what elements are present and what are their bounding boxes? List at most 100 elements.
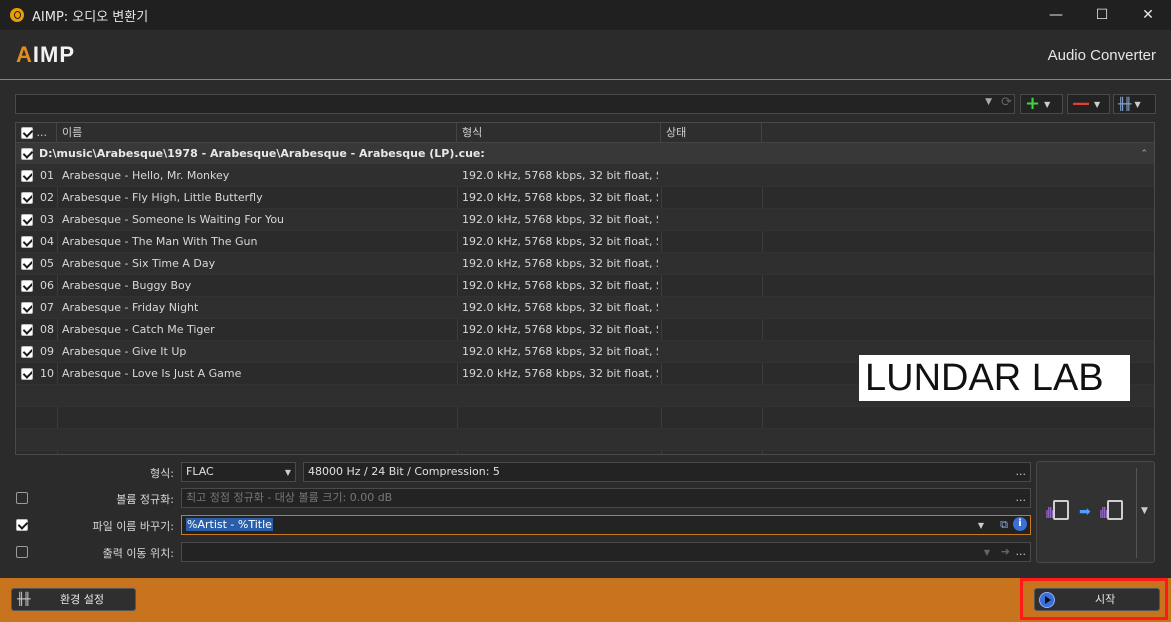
footer: ╫╫ 환경 설정 시작	[0, 578, 1171, 622]
row-checkbox[interactable]	[21, 214, 33, 226]
rename-value: %Artist - %Title	[186, 518, 273, 531]
arrow-right-icon: ➡	[1079, 504, 1091, 520]
title-bar: AIMP: 오디오 변환기 — ☐ ✕	[0, 0, 1171, 30]
row-checkbox[interactable]	[21, 236, 33, 248]
table-row[interactable]: 07 Arabesque - Friday Night 192.0 kHz, 576…	[16, 297, 1154, 319]
chevron-down-icon[interactable]: ▼	[1141, 506, 1148, 516]
path-combobox[interactable]: ▼ ⟳	[15, 94, 1015, 114]
close-button[interactable]: ✕	[1125, 0, 1171, 30]
track-name: Arabesque - Fly High, Little Butterfly	[62, 191, 263, 204]
track-number: 02	[40, 191, 54, 204]
track-number: 05	[40, 257, 54, 270]
chevron-down-icon: ▼	[1094, 99, 1101, 109]
column-header-name[interactable]: 이름	[57, 123, 457, 143]
convert-mode-panel[interactable]: ıllı ➡ ıllı ▼	[1036, 461, 1155, 563]
remove-files-button[interactable]: — ▼	[1067, 94, 1110, 114]
column-header-format[interactable]: 형식	[457, 123, 661, 143]
select-all-checkbox[interactable]	[21, 127, 33, 139]
track-format: 192.0 kHz, 5768 kbps, 32 bit float, St..…	[462, 279, 658, 292]
track-name: Arabesque - The Man With The Gun	[62, 235, 258, 248]
track-list: 01 Arabesque - Hello, Mr. Monkey 192.0 kHz…	[16, 165, 1154, 451]
more-button[interactable]: ...	[1016, 463, 1027, 481]
rename-checkbox[interactable]	[16, 519, 28, 531]
row-checkbox[interactable]	[21, 324, 33, 336]
window-controls: — ☐ ✕	[1033, 0, 1171, 30]
track-format: 192.0 kHz, 5768 kbps, 32 bit float, St..…	[462, 191, 658, 204]
chevron-down-icon[interactable]: ▼	[985, 97, 992, 107]
more-button[interactable]: ...	[1016, 543, 1027, 561]
maximize-button[interactable]: ☐	[1079, 0, 1125, 30]
row-checkbox[interactable]	[21, 170, 33, 182]
header: AIMP Audio Converter	[0, 30, 1171, 80]
plus-icon: +	[1025, 93, 1041, 114]
sliders-icon: ╫╫	[17, 592, 30, 606]
format-details: 48000 Hz / 24 Bit / Compression: 5	[308, 465, 500, 478]
list-options-button[interactable]: ╫╫ ▼	[1113, 94, 1156, 114]
track-number: 09	[40, 345, 54, 358]
track-format: 192.0 kHz, 5768 kbps, 32 bit float, St..…	[462, 257, 658, 270]
table-row[interactable]: 05 Arabesque - Six Time A Day 192.0 kHz, 5…	[16, 253, 1154, 275]
row-checkbox[interactable]	[21, 368, 33, 380]
add-files-button[interactable]: + ▼	[1020, 94, 1063, 114]
waveform-icon: ıllı	[1045, 506, 1054, 522]
table-row[interactable]: 03 Arabesque - Someone Is Waiting For You…	[16, 209, 1154, 231]
track-name: Arabesque - Friday Night	[62, 301, 199, 314]
row-checkbox[interactable]	[21, 280, 33, 292]
row-checkbox[interactable]	[21, 302, 33, 314]
row-checkbox[interactable]	[21, 346, 33, 358]
more-button[interactable]: ...	[1016, 489, 1027, 507]
move-field[interactable]: ▼ ➜ ...	[181, 542, 1031, 562]
group-checkbox[interactable]	[21, 148, 33, 160]
row-checkbox[interactable]	[21, 192, 33, 204]
collapse-icon[interactable]: ⌃	[1140, 143, 1148, 165]
chevron-down-icon: ▼	[284, 468, 291, 477]
normalize-field[interactable]: 최고 정점 정규화 - 대상 볼륨 크기: 0.00 dB ...	[181, 488, 1031, 508]
table-header: ... 이름 형식 상태	[16, 123, 1154, 143]
empty-row	[16, 407, 1154, 429]
track-format: 192.0 kHz, 5768 kbps, 32 bit float, St..…	[462, 301, 658, 314]
start-button[interactable]: 시작	[1034, 588, 1160, 611]
track-name: Arabesque - Catch Me Tiger	[62, 323, 215, 336]
watermark: LUNDAR LAB	[859, 355, 1130, 401]
track-format: 192.0 kHz, 5768 kbps, 32 bit float, St..…	[462, 169, 658, 182]
track-number: 01	[40, 169, 54, 182]
chevron-down-icon[interactable]: ▼	[978, 517, 984, 534]
move-label: 출력 이동 위치:	[102, 547, 174, 560]
settings-button[interactable]: ╫╫ 환경 설정	[11, 588, 136, 611]
group-row[interactable]: D:\music\Arabesque\1978 - Arabesque\Arab…	[16, 143, 1154, 165]
rename-input[interactable]: %Artist - %Title ▼ ⧉ i	[181, 515, 1031, 535]
target-file-icon	[1107, 500, 1123, 520]
column-header-status[interactable]: 상태	[661, 123, 762, 143]
column-header-check[interactable]: ...	[16, 123, 57, 143]
track-number: 07	[40, 301, 54, 314]
aimp-app-icon	[10, 8, 24, 22]
table-row[interactable]: 08 Arabesque - Catch Me Tiger 192.0 kHz, 5…	[16, 319, 1154, 341]
template-icon[interactable]: ⧉	[1000, 516, 1008, 534]
move-checkbox[interactable]	[16, 546, 28, 558]
normalize-checkbox[interactable]	[16, 492, 28, 504]
track-number: 08	[40, 323, 54, 336]
format-select[interactable]: FLAC ▼	[181, 462, 296, 482]
track-name: Arabesque - Buggy Boy	[62, 279, 192, 292]
minus-icon: —	[1072, 93, 1090, 114]
group-path: D:\music\Arabesque\1978 - Arabesque\Arab…	[39, 147, 485, 160]
row-checkbox[interactable]	[21, 258, 33, 270]
minimize-button[interactable]: —	[1033, 0, 1079, 30]
info-icon[interactable]: i	[1013, 517, 1027, 531]
format-details-field[interactable]: 48000 Hz / 24 Bit / Compression: 5 ...	[303, 462, 1031, 482]
table-row[interactable]: 01 Arabesque - Hello, Mr. Monkey 192.0 kHz…	[16, 165, 1154, 187]
play-icon	[1039, 592, 1055, 608]
refresh-icon[interactable]: ⟳	[1001, 95, 1012, 110]
empty-row	[16, 429, 1154, 451]
track-format: 192.0 kHz, 5768 kbps, 32 bit float, St..…	[462, 367, 658, 380]
track-format: 192.0 kHz, 5768 kbps, 32 bit float, St..…	[462, 235, 658, 248]
divider	[1136, 468, 1137, 558]
track-number: 06	[40, 279, 54, 292]
track-name: Arabesque - Six Time A Day	[62, 257, 216, 270]
source-file-icon	[1053, 500, 1069, 520]
normalize-label: 볼륨 정규화:	[116, 493, 174, 506]
table-row[interactable]: 04 Arabesque - The Man With The Gun 192.0 …	[16, 231, 1154, 253]
file-table: ... 이름 형식 상태 D:\music\Arabesque\1978 - A…	[15, 122, 1155, 455]
table-row[interactable]: 02 Arabesque - Fly High, Little Butterfly…	[16, 187, 1154, 209]
table-row[interactable]: 06 Arabesque - Buggy Boy 192.0 kHz, 5768 k…	[16, 275, 1154, 297]
